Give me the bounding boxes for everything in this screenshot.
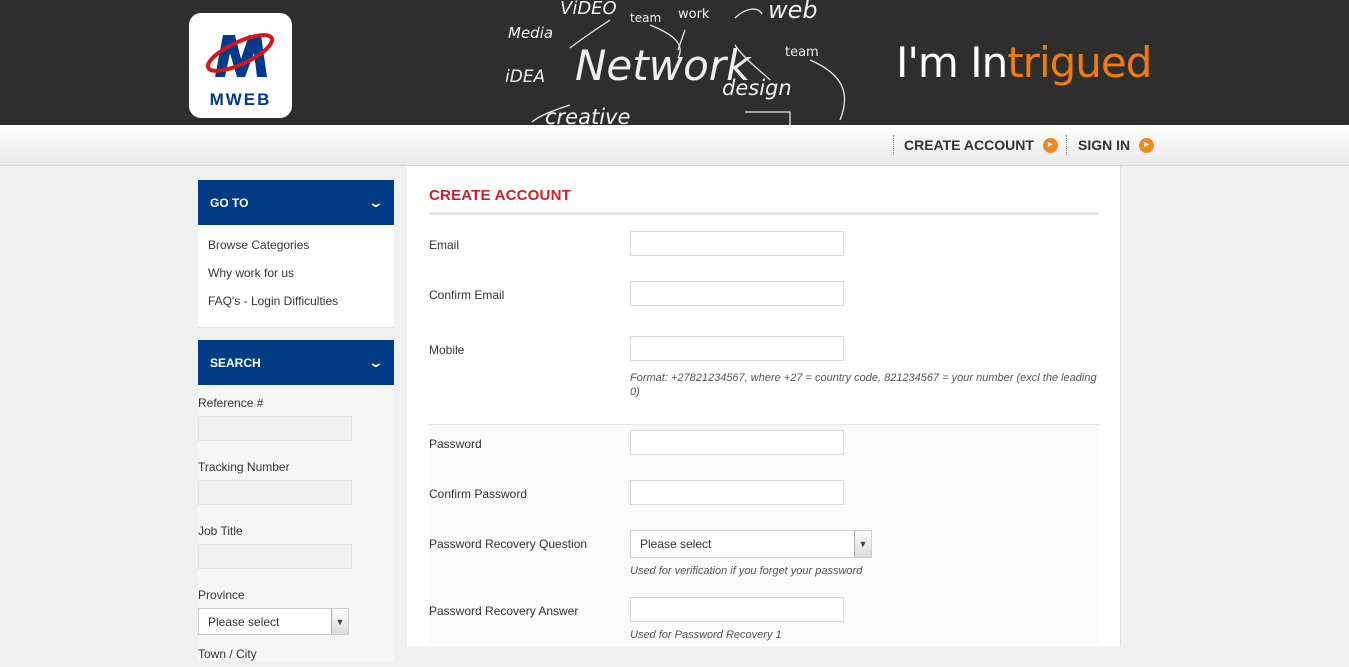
chevron-down-icon: ⌄	[367, 194, 385, 210]
recovery-answer-hint: Used for Password Recovery 1	[630, 629, 782, 641]
tracking-number-input[interactable]	[198, 480, 352, 505]
create-account-link[interactable]: CREATE ACCOUNT ▸	[904, 137, 1058, 153]
mweb-m-logo-icon	[205, 33, 275, 77]
title-divider	[429, 212, 1099, 215]
job-title-input[interactable]	[198, 544, 352, 569]
dropdown-arrow-icon: ▼	[331, 609, 348, 634]
goto-panel-header[interactable]: GO TO ⌄	[198, 180, 394, 225]
page-title: CREATE ACCOUNT	[429, 187, 571, 204]
confirm-email-input[interactable]	[630, 281, 844, 306]
chevron-down-icon: ⌄	[367, 354, 385, 370]
search-form: Reference # Tracking Number Job Title Pr…	[198, 385, 394, 661]
recovery-question-label: Password Recovery Question	[429, 537, 588, 551]
confirm-email-label: Confirm Email	[429, 288, 505, 302]
top-nav-bar: CREATE ACCOUNT ▸ SIGN IN ▸	[0, 125, 1349, 166]
sign-in-link[interactable]: SIGN IN ▸	[1078, 137, 1155, 153]
town-city-label: Town / City	[198, 647, 257, 661]
chalk-word: web	[768, 0, 818, 24]
mweb-logo[interactable]: MWEB	[189, 13, 292, 118]
search-panel-header[interactable]: SEARCH ⌄	[198, 340, 394, 385]
orange-arrow-icon: ▸	[1139, 137, 1155, 153]
recovery-answer-label: Password Recovery Answer	[429, 604, 579, 618]
chalk-word: ViDEO	[560, 0, 617, 19]
email-input[interactable]	[630, 231, 844, 256]
province-select[interactable]: Please select ▼	[198, 608, 349, 635]
chalk-word: design	[722, 76, 792, 100]
recovery-question-hint: Used for verification if you forget your…	[630, 565, 863, 577]
chalk-word: creative	[545, 105, 630, 125]
recovery-question-value: Please select	[640, 537, 712, 551]
tagline-accent: trigued	[1007, 38, 1152, 87]
goto-link-faq-login[interactable]: FAQ's - Login Difficulties	[208, 293, 384, 321]
password-label: Password	[429, 437, 482, 451]
tagline: I'm Intrigued	[896, 38, 1152, 87]
confirm-password-label: Confirm Password	[429, 487, 528, 501]
mobile-label: Mobile	[429, 343, 465, 357]
chalk-word: work	[678, 7, 710, 22]
goto-link-why-work-for-us[interactable]: Why work for us	[208, 265, 384, 293]
chalkboard-illustration: ViDEO Media team work web team Network i…	[505, 0, 846, 125]
search-title: SEARCH	[210, 355, 261, 370]
mobile-input[interactable]	[630, 336, 844, 361]
chalk-word: team	[785, 45, 819, 60]
create-account-form: CREATE ACCOUNT Email Confirm Email Mobil…	[407, 166, 1121, 646]
job-title-label: Job Title	[198, 524, 243, 538]
dropdown-arrow-icon: ▼	[854, 531, 871, 557]
orange-arrow-icon: ▸	[1042, 137, 1058, 153]
chalk-word: team	[630, 11, 661, 25]
tagline-plain: I'm In	[896, 38, 1008, 87]
sidebar: GO TO ⌄ Browse Categories Why work for u…	[198, 180, 394, 667]
create-account-label: CREATE ACCOUNT	[904, 137, 1034, 153]
confirm-password-input[interactable]	[630, 480, 844, 505]
reference-label: Reference #	[198, 396, 264, 410]
chalk-word: Media	[508, 24, 553, 42]
tracking-number-label: Tracking Number	[198, 460, 290, 474]
chalk-word: iDEA	[505, 67, 545, 87]
recovery-answer-input[interactable]	[630, 597, 844, 622]
site-header: ViDEO Media team work web team Network i…	[0, 0, 1349, 125]
mobile-format-hint: Format: +27821234567, where +27 = countr…	[630, 372, 1097, 398]
province-label: Province	[198, 588, 245, 602]
email-label: Email	[429, 238, 460, 252]
province-select-value: Please select	[208, 614, 280, 629]
reference-input[interactable]	[198, 416, 352, 441]
recovery-question-select[interactable]: Please select ▼	[630, 530, 872, 558]
password-input[interactable]	[630, 430, 844, 455]
nav-separator	[1066, 135, 1067, 155]
goto-list: Browse Categories Why work for us FAQ's …	[198, 225, 394, 328]
goto-title: GO TO	[210, 195, 249, 210]
goto-link-browse-categories[interactable]: Browse Categories	[208, 237, 384, 265]
search-panel: SEARCH ⌄ Reference # Tracking Number Job…	[198, 340, 394, 661]
logo-text: MWEB	[209, 90, 272, 109]
sign-in-label: SIGN IN	[1078, 137, 1131, 153]
nav-separator	[893, 135, 894, 155]
